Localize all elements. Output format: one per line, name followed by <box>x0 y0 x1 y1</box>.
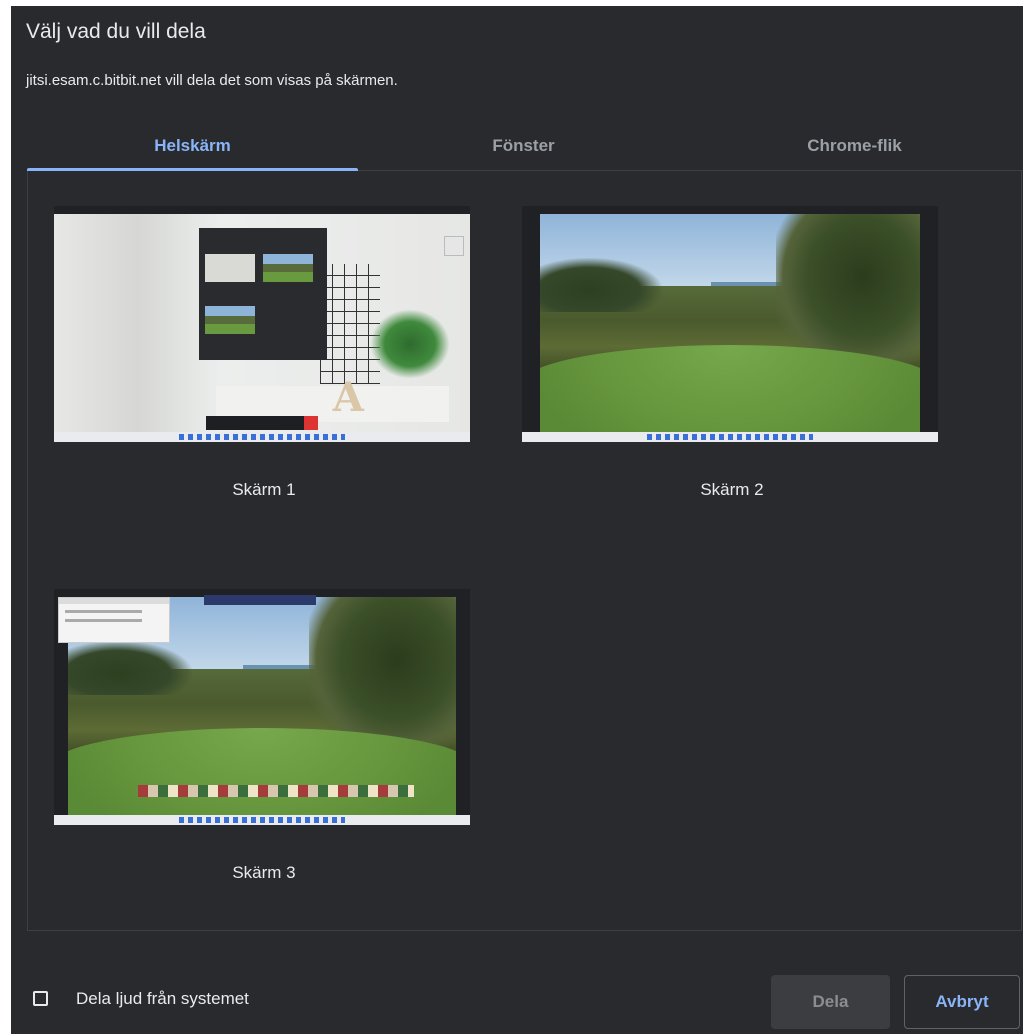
screen-thumbnail-2 <box>522 206 938 442</box>
screen-source-2[interactable]: Skärm 2 <box>522 206 942 500</box>
share-button[interactable]: Dela <box>771 975 890 1029</box>
screen-label-1: Skärm 1 <box>232 480 296 499</box>
screen-thumbnail-3 <box>54 589 470 825</box>
source-list-panel: A Skärm 1 Skärm 2 Skärm 3 <box>27 171 1022 931</box>
tab-window[interactable]: Fönster <box>358 122 689 170</box>
screen-share-dialog: Välj vad du vill dela jitsi.esam.c.bitbi… <box>11 6 1023 1034</box>
tab-chrome-tab[interactable]: Chrome-flik <box>689 122 1020 170</box>
share-audio-label: Dela ljud från systemet <box>76 989 249 1008</box>
dialog-subtitle: jitsi.esam.c.bitbit.net vill dela det so… <box>26 72 398 89</box>
source-tabs: Helskärm Fönster Chrome-flik <box>27 122 1023 171</box>
screen-source-1[interactable]: A Skärm 1 <box>54 206 474 500</box>
screen-thumbnail-1: A <box>54 206 470 442</box>
screen-source-3[interactable]: Skärm 3 <box>54 589 474 883</box>
cancel-button[interactable]: Avbryt <box>904 975 1020 1029</box>
tab-full-screen[interactable]: Helskärm <box>27 122 358 171</box>
screen-label-2: Skärm 2 <box>700 480 764 499</box>
dialog-title: Välj vad du vill dela <box>26 20 206 43</box>
share-audio-checkbox[interactable] <box>33 991 48 1006</box>
screen-label-3: Skärm 3 <box>232 863 296 882</box>
